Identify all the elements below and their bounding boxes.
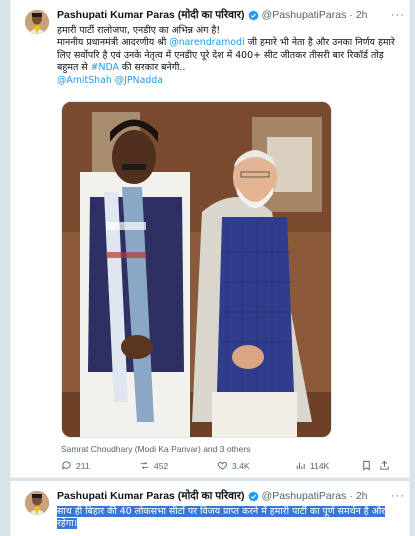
verified-badge-icon <box>247 491 259 502</box>
share-button[interactable] <box>379 460 394 471</box>
repost-icon <box>140 461 149 470</box>
separator-dot: · <box>349 490 353 502</box>
heart-icon <box>217 462 228 470</box>
tweet-text: हमारी पार्टी रालोजपा, एनडीए का अभिन्न अं… <box>57 25 405 87</box>
text-segment: की सरकार बनेगी.. <box>118 62 186 74</box>
author-name[interactable]: Pashupati Kumar Paras (मोदी का परिवार) <box>57 489 245 503</box>
avatar[interactable] <box>25 10 49 34</box>
mention-jpnadda[interactable]: @JPNadda <box>115 75 163 86</box>
tweet-header: Pashupati Kumar Paras (मोदी का परिवार) @… <box>57 7 405 23</box>
highlighted-text: साथ ही बिहार की 40 लोकसभा सीटों पर विजय … <box>57 506 386 530</box>
feed: Pashupati Kumar Paras (मोदी का परिवार) @… <box>0 0 415 536</box>
like-button[interactable]: 3.4K <box>217 460 250 471</box>
reply-count: 211 <box>76 460 90 471</box>
action-bar: 211 452 3.4K 114K <box>61 460 389 474</box>
timestamp[interactable]: 2h <box>356 490 368 502</box>
tweet[interactable]: Pashupati Kumar Paras (मोदी का परिवार) @… <box>10 481 410 536</box>
reply-button[interactable]: 211 <box>61 460 90 471</box>
tweet-line-2: माननीय प्रधानमंत्री आदरणीय श्री @narendr… <box>57 37 405 74</box>
repost-button[interactable]: 452 <box>139 460 168 471</box>
views-count: 114K <box>310 460 330 471</box>
author-handle[interactable]: @PashupatiParas <box>262 9 347 21</box>
mention-narendramodi[interactable]: @narendramodi <box>169 37 244 48</box>
avatar[interactable] <box>25 491 49 515</box>
tweet[interactable]: Pashupati Kumar Paras (मोदी का परिवार) @… <box>10 0 410 478</box>
more-options-icon[interactable]: ··· <box>391 9 405 21</box>
reply-icon <box>62 461 71 470</box>
author-handle[interactable]: @PashupatiParas <box>262 490 347 502</box>
repost-count: 452 <box>154 460 169 471</box>
timestamp[interactable]: 2h <box>356 9 368 21</box>
text-segment: माननीय प्रधानमंत्री आदरणीय श्री <box>57 37 170 49</box>
tweet-line-1: हमारी पार्टी रालोजपा, एनडीए का अभिन्न अं… <box>57 25 221 36</box>
share-icon <box>380 460 389 470</box>
mention-amitshah[interactable]: @AmitShah <box>57 75 112 86</box>
tweet-photo[interactable] <box>61 101 332 438</box>
tweet-line-3: @AmitShah @JPNadda <box>57 75 405 87</box>
tweet-text: साथ ही बिहार की 40 लोकसभा सीटों पर विजय … <box>57 506 405 531</box>
views-button[interactable]: 114K <box>295 460 329 471</box>
verified-badge-icon <box>247 10 259 21</box>
author-name[interactable]: Pashupati Kumar Paras (मोदी का परिवार) <box>57 8 245 22</box>
views-icon <box>296 462 305 470</box>
bookmark-icon <box>363 460 370 471</box>
bookmark-button[interactable] <box>361 460 376 471</box>
tweet-header: Pashupati Kumar Paras (मोदी का परिवार) @… <box>57 488 405 504</box>
separator-dot: · <box>349 9 353 21</box>
like-count: 3.4K <box>232 460 250 471</box>
hashtag-nda[interactable]: #NDA <box>91 62 119 73</box>
tagged-people[interactable]: Samrat Choudhary (Modi Ka Parivar) and 3… <box>61 444 250 454</box>
more-options-icon[interactable]: ··· <box>391 490 405 502</box>
